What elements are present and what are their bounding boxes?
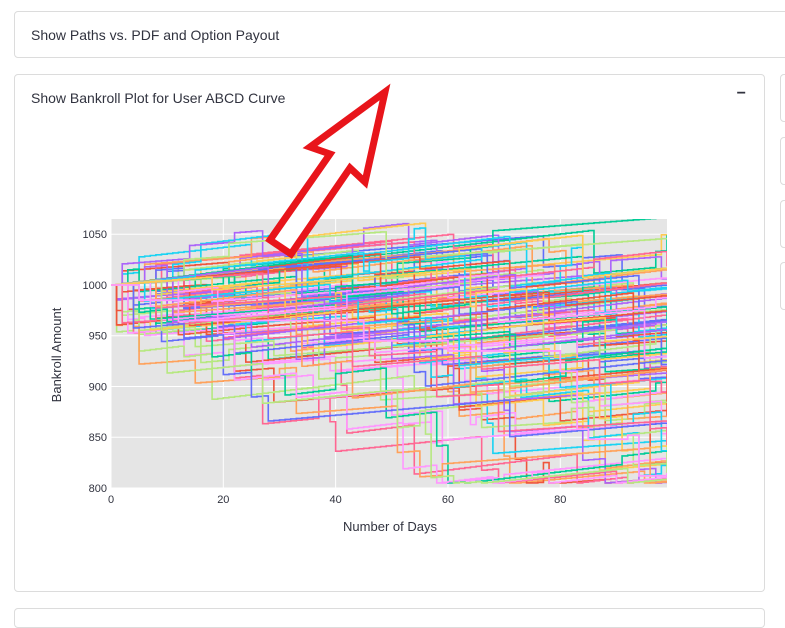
y-tick-label: 900: [89, 381, 107, 393]
y-tick-label: 950: [89, 331, 107, 343]
y-tick-label: 800: [89, 483, 107, 495]
x-tick-label: 0: [108, 494, 114, 506]
x-tick-label: 40: [330, 494, 342, 506]
x-tick-label: 20: [217, 494, 229, 506]
y-tick-label: 1000: [83, 280, 107, 292]
bankroll-chart[interactable]: 0 20 40 60 80 800 850 900 950 1000 1050 Number of …: [0, 0, 785, 611]
x-axis-label: Number of Days: [343, 519, 437, 534]
x-tick-label: 80: [554, 494, 566, 506]
y-tick-label: 1050: [83, 229, 107, 241]
y-tick-label: 850: [89, 432, 107, 444]
next-expander[interactable]: [14, 608, 765, 628]
y-axis-label: Bankroll Amount: [49, 307, 64, 402]
x-tick-label: 60: [442, 494, 454, 506]
